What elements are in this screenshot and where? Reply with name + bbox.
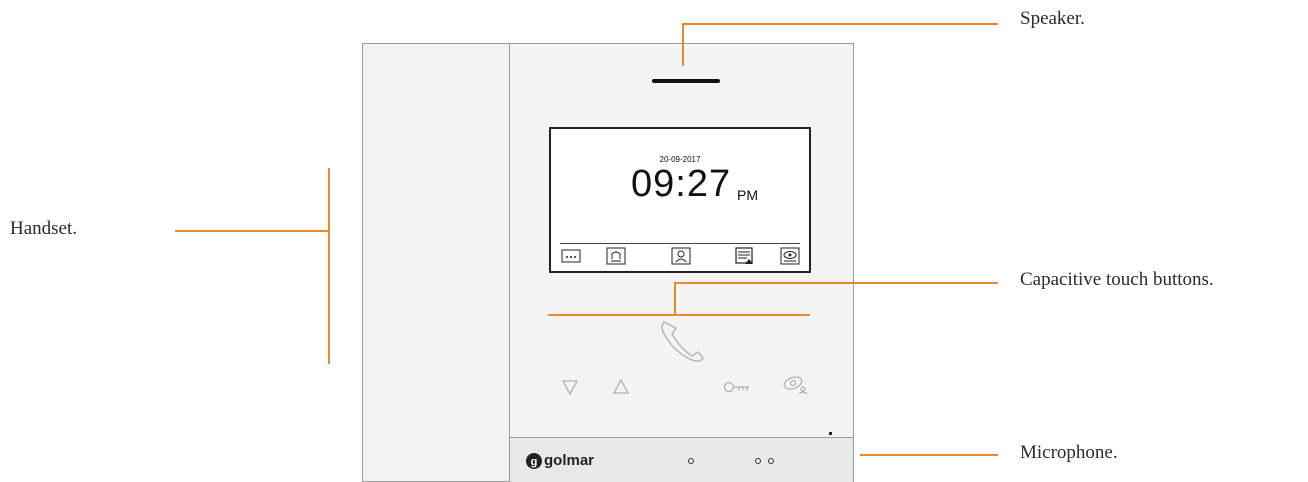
microphone-leader [860,454,998,456]
screen-time: 09:27 [631,163,732,205]
speaker-grille [652,79,720,83]
golmar-logo-mark: g [526,453,542,469]
touch-buttons-bracket [548,314,810,316]
camera-eye-icon[interactable] [780,247,800,265]
label-handset: Handset. [10,218,78,239]
display-screen: 20-09-2017 09:27 PM [549,127,811,273]
svg-text:g: g [531,456,538,468]
speaker-leader-horizontal [682,23,998,25]
calendar-alert-icon[interactable] [735,247,755,265]
handset-leader-bracket [328,168,330,364]
arrow-up-icon[interactable] [613,379,629,395]
menu-dots-icon[interactable] [561,247,581,265]
intercom-call-icon[interactable] [606,247,626,265]
touch-buttons-leader-horizontal [674,282,998,284]
label-microphone: Microphone. [1020,442,1118,463]
microphone-hole [768,458,774,464]
key-icon[interactable] [723,380,751,394]
arrow-down-icon[interactable] [562,379,578,395]
label-touch-buttons: Capacitive touch buttons. [1020,269,1214,290]
indicator-led [829,432,832,435]
icon-bar-divider [560,243,800,244]
microphone-hole [755,458,761,464]
screen-ampm: PM [737,187,758,203]
phone-handset-icon[interactable] [658,318,708,364]
handset [362,43,510,482]
handset-leader-horizontal [175,230,329,232]
camera-view-icon[interactable] [782,375,810,395]
microphone-hole [688,458,694,464]
brand-logo: golmar [544,452,595,469]
label-speaker: Speaker. [1020,8,1085,29]
concierge-icon[interactable] [671,247,691,265]
touch-buttons-leader-vertical [674,283,676,315]
speaker-leader-vertical [682,24,684,66]
